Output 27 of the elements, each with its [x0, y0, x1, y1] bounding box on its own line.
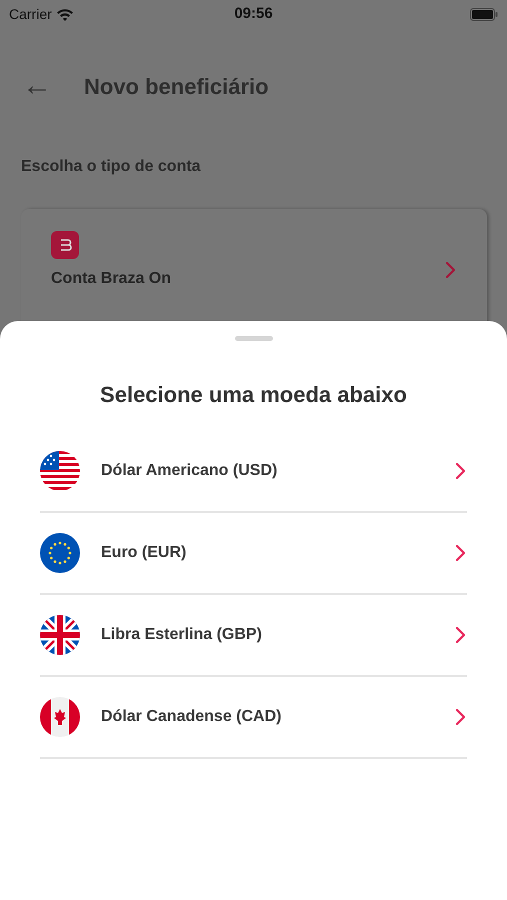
carrier-label: Carrier — [9, 4, 52, 24]
chevron-right-icon — [455, 462, 467, 480]
currency-label: Euro (EUR) — [101, 543, 188, 563]
currency-label: Libra Esterlina (GBP) — [101, 625, 263, 645]
chevron-right-icon — [445, 261, 457, 279]
battery-icon — [470, 8, 498, 20]
currency-item[interactable]: Euro (EUR) — [40, 513, 467, 595]
flag-icon — [40, 615, 80, 655]
flag-icon — [40, 451, 80, 491]
currency-item[interactable]: Dólar Canadense (CAD) — [40, 677, 467, 759]
wifi-icon — [56, 8, 74, 20]
currency-item[interactable]: Libra Esterlina (GBP) — [40, 595, 467, 677]
page-title: Novo beneficiário — [84, 72, 269, 100]
currency-label: Dólar Americano (USD) — [101, 461, 278, 481]
currency-item[interactable]: Dólar Americano (USD) — [40, 431, 467, 513]
sheet-title: Selecione uma moeda abaixo — [100, 381, 407, 409]
flag-icon — [40, 697, 80, 737]
chevron-right-icon — [455, 626, 467, 644]
account-title: Conta Braza On — [51, 269, 172, 289]
flag-icon — [40, 533, 80, 573]
currency-label: Dólar Canadense (CAD) — [101, 707, 282, 727]
section-label: Escolha o tipo de conta — [20, 157, 202, 177]
chevron-right-icon — [455, 544, 467, 562]
logo-icon — [51, 231, 79, 259]
clock: 09:56 — [234, 4, 273, 24]
chevron-right-icon — [455, 708, 467, 726]
drag-handle[interactable] — [234, 336, 272, 341]
